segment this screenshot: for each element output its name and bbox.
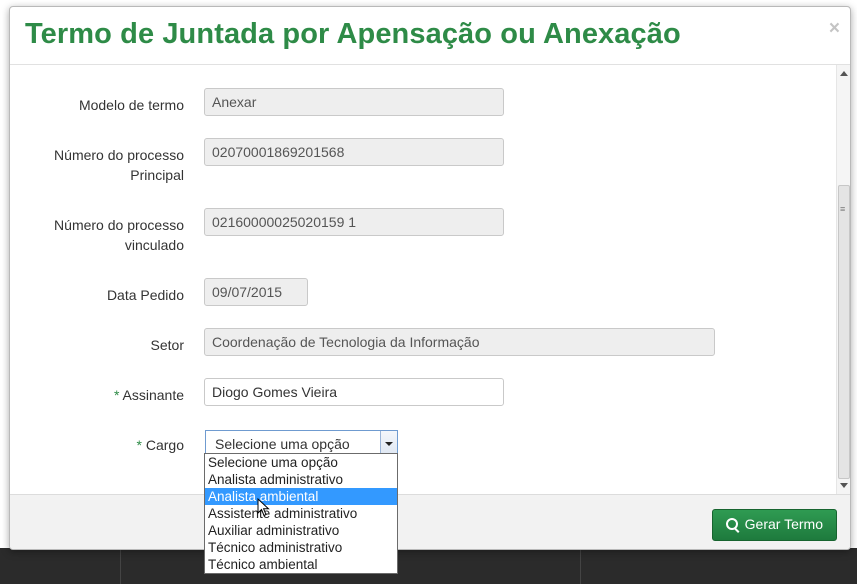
scroll-up-icon[interactable] xyxy=(840,71,848,76)
modal-body: Modelo de termo Anexar Número do process… xyxy=(10,65,836,494)
modal-header: Termo de Juntada por Apensação ou Anexaç… xyxy=(10,7,850,65)
cargo-selected-value: Selecione uma opção xyxy=(215,436,350,452)
cargo-option[interactable]: Auxiliar administrativo xyxy=(205,522,397,539)
page-backdrop xyxy=(0,548,857,584)
cargo-option[interactable]: Técnico ambiental xyxy=(205,556,397,573)
cargo-label: * Cargo xyxy=(137,435,184,455)
cargo-option[interactable]: Assistente administrativo xyxy=(205,505,397,522)
modelo-label: Modelo de termo xyxy=(78,97,184,113)
close-icon[interactable]: × xyxy=(829,19,840,38)
generate-term-button[interactable]: Gerar Termo xyxy=(711,509,837,541)
assinante-label: * Assinante xyxy=(114,385,184,405)
processo-vinculado-label-line2: vinculado xyxy=(124,237,184,253)
generate-term-label: Gerar Termo xyxy=(744,516,823,532)
modal-title: Termo de Juntada por Apensação ou Anexaç… xyxy=(25,18,681,50)
assinante-input[interactable] xyxy=(204,378,504,406)
assinante-label-text: Assinante xyxy=(122,387,184,403)
modal-scrollbar[interactable]: ≡ xyxy=(836,65,850,494)
mouse-cursor-icon xyxy=(257,498,270,517)
processo-principal-label-line1: Número do processo xyxy=(54,147,184,163)
cargo-option[interactable]: Selecione uma opção xyxy=(205,454,397,471)
grip-icon: ≡ xyxy=(840,204,846,214)
setor-label: Setor xyxy=(150,337,184,353)
setor-field: Coordenação de Tecnologia da Informação xyxy=(204,328,715,356)
processo-vinculado-label-line1: Número do processo xyxy=(54,217,184,233)
modal-footer: Gerar Termo xyxy=(10,494,850,549)
modelo-field: Anexar xyxy=(204,88,504,116)
cargo-option-highlighted[interactable]: Analista ambiental xyxy=(205,488,397,505)
cargo-option[interactable]: Técnico administrativo xyxy=(205,539,397,556)
search-icon xyxy=(725,518,738,530)
processo-vinculado-field: 02160000025020159 1 xyxy=(204,208,504,236)
data-pedido-label: Data Pedido xyxy=(106,287,184,303)
cargo-label-text: Cargo xyxy=(145,437,184,453)
scroll-down-icon[interactable] xyxy=(840,483,848,488)
required-mark: * xyxy=(136,437,142,453)
processo-principal-field: 02070001869201568 xyxy=(204,138,504,166)
scrollbar-thumb[interactable] xyxy=(838,185,850,479)
juntada-modal: Termo de Juntada por Apensação ou Anexaç… xyxy=(9,6,851,550)
required-mark: * xyxy=(113,387,120,403)
processo-principal-label-line2: Principal xyxy=(130,167,184,183)
cargo-dropdown-list: Selecione uma opção Analista administrat… xyxy=(204,453,398,574)
cargo-option[interactable]: Analista administrativo xyxy=(205,471,397,488)
backdrop-divider xyxy=(580,548,581,584)
backdrop-divider xyxy=(120,548,121,584)
data-pedido-field: 09/07/2015 xyxy=(204,278,308,306)
